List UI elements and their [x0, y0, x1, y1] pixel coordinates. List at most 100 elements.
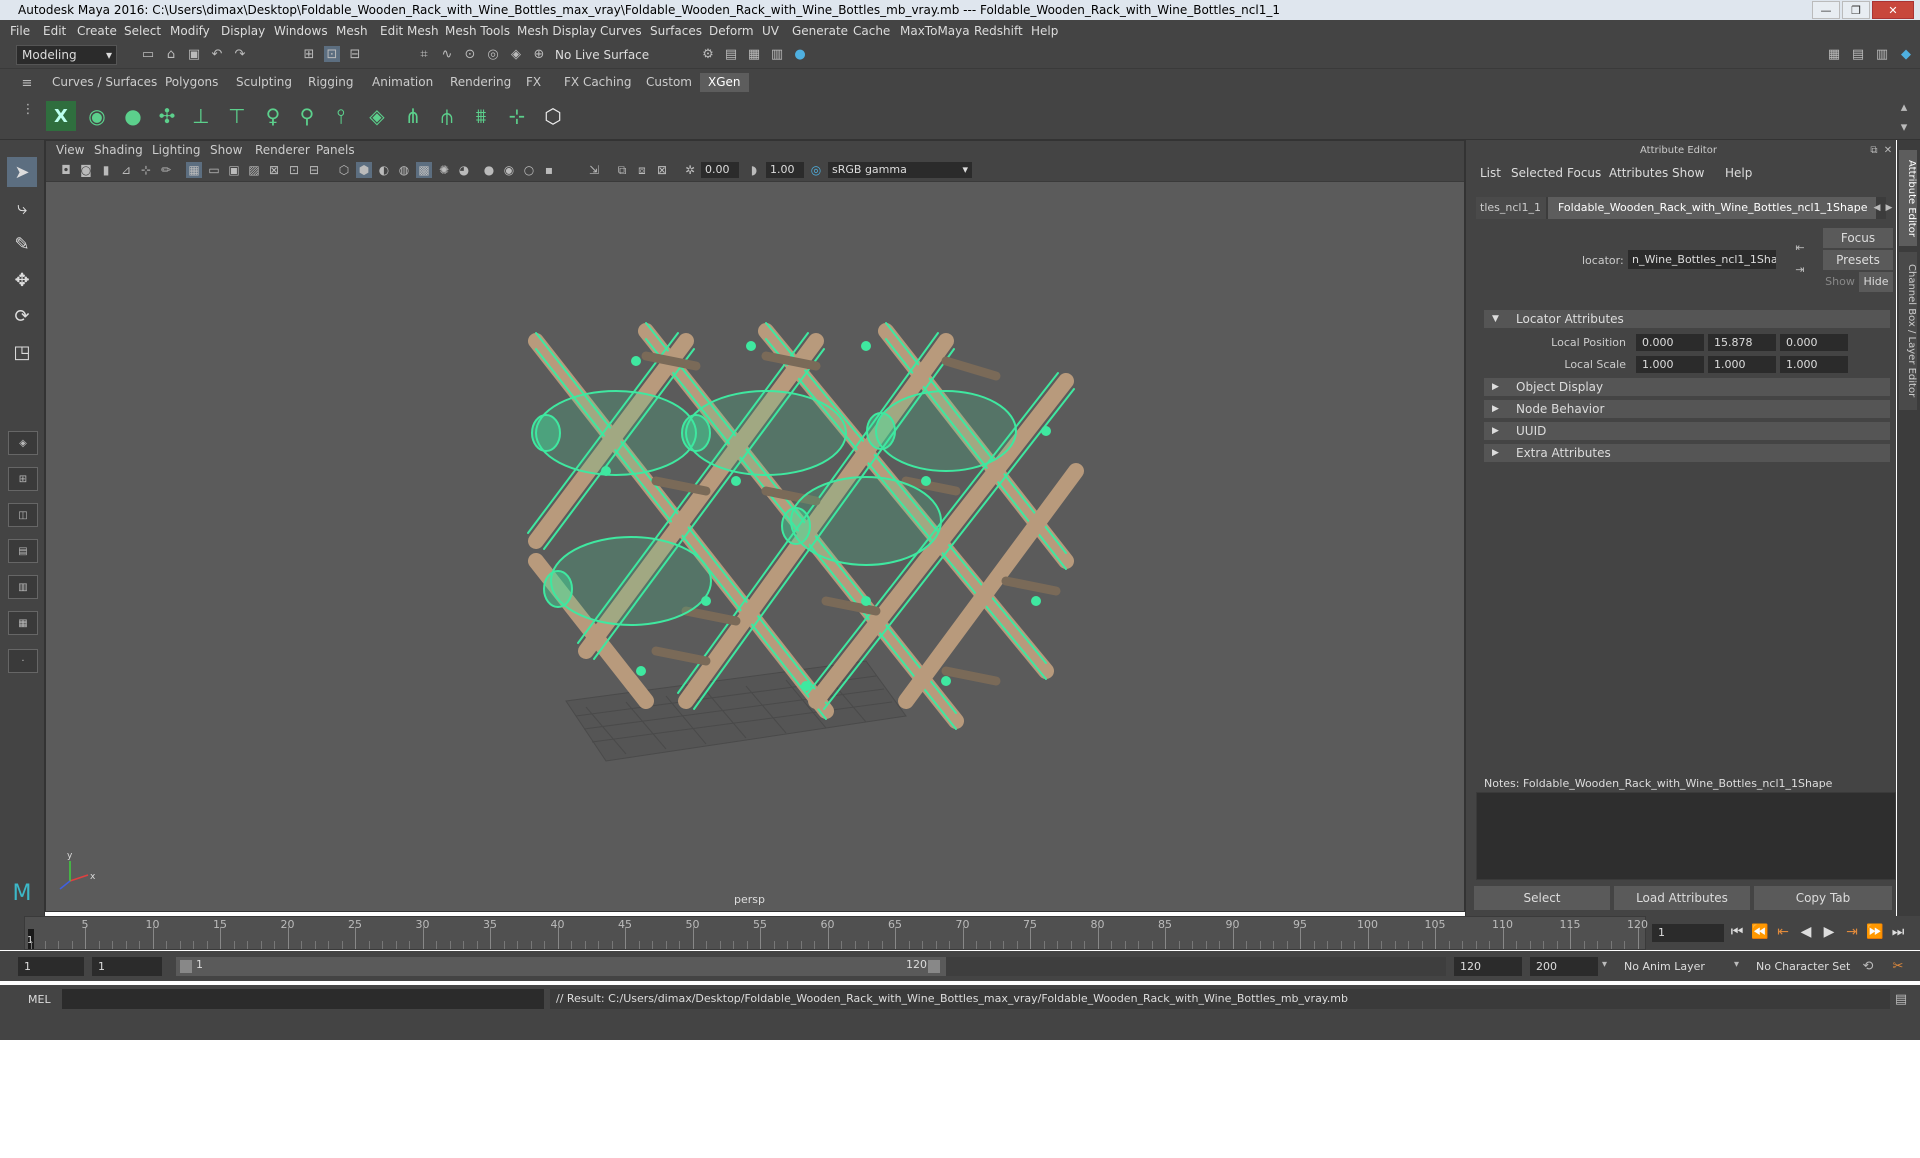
exposure-icon[interactable]: ✲	[682, 162, 698, 178]
step-back-frame-icon[interactable]: ⇤	[1774, 924, 1792, 940]
tab-sculpting[interactable]: Sculpting	[228, 73, 300, 92]
hypershade-layout-icon[interactable]: ▦	[8, 611, 38, 635]
focus-button[interactable]: Focus	[1823, 228, 1893, 248]
live-surface-label[interactable]: No Live Surface	[555, 48, 649, 62]
presets-button[interactable]: Presets	[1823, 250, 1893, 270]
tab-animation[interactable]: Animation	[364, 73, 441, 92]
play-forwards-icon[interactable]: ▶	[1820, 924, 1838, 940]
hypershade-icon[interactable]: ●	[792, 46, 808, 62]
menu-mesh-display[interactable]: Mesh Display	[517, 24, 597, 38]
render-settings-icon[interactable]: ⚙	[700, 46, 716, 62]
rotate-tool-icon[interactable]: ⟳	[7, 301, 37, 331]
snap-surface-icon[interactable]: ◈	[508, 46, 524, 62]
new-scene-icon[interactable]: ▭	[140, 46, 156, 62]
menu-deform[interactable]: Deform	[709, 24, 754, 38]
textured-icon[interactable]: ▩	[416, 162, 432, 178]
vp-menu-shading[interactable]: Shading	[94, 143, 143, 157]
lasso-tool-icon[interactable]: ⤷	[7, 193, 37, 223]
command-language-label[interactable]: MEL	[28, 993, 51, 1006]
hide-button[interactable]: Hide	[1859, 272, 1893, 292]
menu-help[interactable]: Help	[1031, 24, 1058, 38]
paint-select-tool-icon[interactable]: ✎	[7, 229, 37, 259]
wireframe-on-shaded-icon[interactable]: ◍	[396, 162, 412, 178]
menu-edit[interactable]: Edit	[43, 24, 66, 38]
locator-name-field[interactable]: n_Wine_Bottles_ncl1_1Shape	[1628, 250, 1776, 269]
snap-live-icon[interactable]: ⊕	[531, 46, 547, 62]
local-scale-z[interactable]: 1.000	[1780, 356, 1848, 373]
go-to-start-icon[interactable]: ⏮	[1728, 924, 1746, 940]
safe-title-icon[interactable]: ⊟	[306, 162, 322, 178]
section-locator-attributes[interactable]: ▼ Locator Attributes	[1484, 310, 1890, 328]
menu-mesh[interactable]: Mesh	[336, 24, 368, 38]
copy-tab-button[interactable]: Copy Tab	[1754, 886, 1892, 910]
menu-file[interactable]: File	[10, 24, 30, 38]
section-uuid[interactable]: ▶ UUID	[1484, 422, 1890, 440]
playback-end-field[interactable]: 120	[1454, 957, 1522, 976]
shelf-scroll-down-icon[interactable]: ▾	[1896, 119, 1912, 135]
select-hierarchy-icon[interactable]: ⊞	[301, 46, 317, 62]
tab-scroll-right-icon[interactable]: ▶	[1881, 200, 1897, 216]
depth-of-field-icon[interactable]: ▪	[541, 162, 557, 178]
image-plane-icon[interactable]: ⊿	[118, 162, 134, 178]
xgen-description-icon[interactable]: ●	[118, 101, 148, 131]
ae-menu-selected[interactable]: Selected	[1511, 166, 1563, 180]
single-view-layout-icon[interactable]: ◈	[8, 431, 38, 455]
menu-curves[interactable]: Curves	[600, 24, 642, 38]
xgen-place-guide-icon[interactable]: ⊥	[186, 101, 216, 131]
vp-menu-show[interactable]: Show	[210, 143, 242, 157]
camera-attr-icon[interactable]: ◙	[78, 162, 94, 178]
shelf-scroll-up-icon[interactable]: ▴	[1896, 99, 1912, 115]
ae-menu-help[interactable]: Help	[1725, 166, 1752, 180]
xgen-brush-icon[interactable]: ⫛	[432, 101, 462, 131]
ipr-render-icon[interactable]: ▥	[769, 46, 785, 62]
play-backwards-icon[interactable]: ◀	[1797, 924, 1815, 940]
snap-view-icon[interactable]: ◎	[485, 46, 501, 62]
menu-create[interactable]: Create	[77, 24, 117, 38]
select-input-icon[interactable]: ⇤	[1792, 239, 1808, 255]
go-to-end-icon[interactable]: ⏭	[1889, 924, 1907, 940]
more-layouts-icon[interactable]: ·	[8, 649, 38, 673]
tab-attribute-editor-vertical[interactable]: Attribute Editor	[1899, 150, 1917, 246]
smooth-shade-icon[interactable]: ⬢	[356, 162, 372, 178]
close-panel-icon[interactable]: ✕	[1880, 142, 1896, 158]
close-button[interactable]: ✕	[1872, 1, 1914, 19]
persp-outliner-layout-icon[interactable]: ▤	[8, 539, 38, 563]
ambient-occlusion-icon[interactable]: ●	[481, 162, 497, 178]
script-editor-icon[interactable]: ▤	[1893, 991, 1909, 1007]
time-slider-track[interactable]: 1 51015202530354045505560657075808590951…	[24, 916, 1648, 950]
side-by-side-layout-icon[interactable]: ◫	[8, 503, 38, 527]
tab-curves-surfaces[interactable]: Curves / Surfaces	[44, 73, 165, 92]
ae-menu-list[interactable]: List	[1480, 166, 1501, 180]
anti-aliasing-icon[interactable]: ○	[521, 162, 537, 178]
save-scene-icon[interactable]: ▣	[186, 46, 202, 62]
select-output-icon[interactable]: ⇥	[1792, 261, 1808, 277]
xgen-guide-curves-icon[interactable]: ⫯	[326, 101, 356, 131]
xgen-comb-icon[interactable]: ⩩	[466, 101, 496, 131]
animation-end-field[interactable]: 200	[1530, 957, 1598, 976]
four-view-layout-icon[interactable]: ⊞	[8, 467, 38, 491]
chevron-down-icon[interactable]: ▾	[1734, 959, 1739, 970]
menu-windows[interactable]: Windows	[274, 24, 328, 38]
xgen-preview-icon[interactable]: ◉	[82, 101, 112, 131]
grid-toggle-icon[interactable]: ▦	[186, 162, 202, 178]
xray-icon[interactable]: ⧉	[614, 162, 630, 178]
xray-joints-icon[interactable]: ⧈	[634, 162, 650, 178]
viewport-persp[interactable]: View Shading Lighting Show Renderer Pane…	[45, 140, 1465, 912]
tab-transform-node[interactable]: tles_ncl1_1	[1476, 197, 1546, 219]
xgen-hexagon-icon[interactable]: ⬡	[538, 101, 568, 131]
field-chart-icon[interactable]: ⊠	[266, 162, 282, 178]
xgen-clump-icon[interactable]: ⊹	[502, 101, 532, 131]
menu-edit-mesh[interactable]: Edit Mesh	[380, 24, 439, 38]
step-forward-key-icon[interactable]: ⏩	[1866, 924, 1884, 940]
snap-grid-icon[interactable]: ⌗	[416, 46, 432, 62]
section-node-behavior[interactable]: ▶ Node Behavior	[1484, 400, 1890, 418]
ae-menu-focus[interactable]: Focus	[1567, 166, 1601, 180]
shadows-icon[interactable]: ◕	[456, 162, 472, 178]
isolate-select-icon[interactable]: ⇲	[586, 162, 602, 178]
xray-components-icon[interactable]: ⊠	[654, 162, 670, 178]
select-object-icon[interactable]: ⊡	[324, 46, 340, 62]
step-back-key-icon[interactable]: ⏪	[1751, 924, 1769, 940]
color-management-icon[interactable]: ◎	[808, 162, 824, 178]
xgen-sculpt-guide-icon[interactable]: ♀	[258, 101, 288, 131]
auto-key-icon[interactable]: ⟲	[1860, 958, 1876, 974]
